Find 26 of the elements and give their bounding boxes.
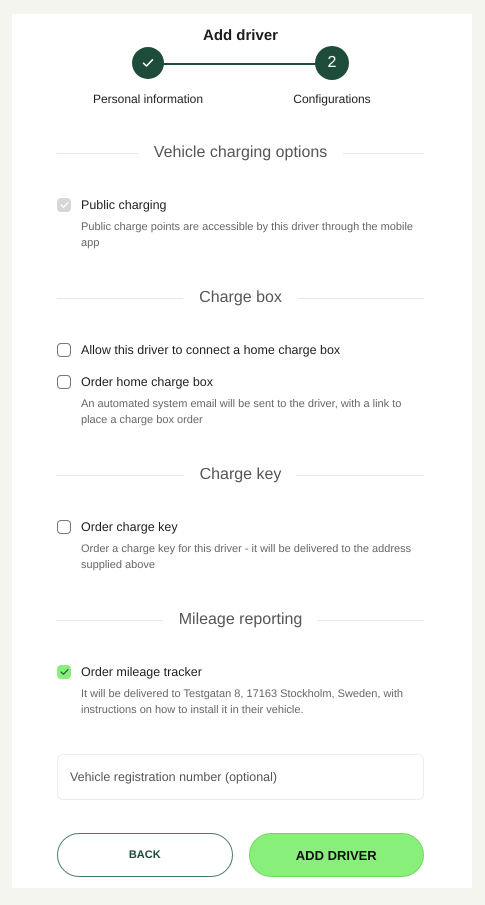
option-label: Order mileage tracker: [81, 664, 203, 680]
step-label: Configurations: [293, 92, 371, 106]
checkbox[interactable]: [57, 375, 71, 389]
option-description: It will be delivered to Testgatan 8, 17163 Stockholm, Sweden, with instructions on how to install it in their vehicle.: [81, 687, 404, 718]
option-label: Order home charge box: [81, 374, 214, 390]
section-title: Charge key: [200, 466, 282, 484]
section-title: Vehicle charging options: [154, 144, 328, 162]
option-description: Public charge points are accessible by this driver through the mobile app: [81, 220, 414, 251]
check-icon: [60, 201, 68, 209]
action-button[interactable]: ADD DRIVER: [248, 833, 424, 877]
checkbox[interactable]: [57, 343, 71, 357]
step-indicator: 2: [316, 47, 348, 79]
action-button[interactable]: BACK: [57, 833, 232, 877]
step-label: Personal information: [92, 92, 204, 106]
option-label: Order charge key: [81, 519, 179, 535]
check-icon: [60, 668, 68, 676]
option-description: An automated system email will be sent to the driver, with a link to place a charge box order: [81, 397, 402, 428]
option-label: Public charging: [81, 197, 168, 213]
registration-input-field[interactable]: Vehicle registration number (optional): [57, 754, 424, 800]
section-title: Mileage reporting: [178, 611, 302, 629]
option-label: Allow this driver to connect a home charge box: [81, 342, 340, 358]
option-description: Order a charge key for this driver - it will be delivered to the address supplied above: [81, 542, 412, 573]
checkbox[interactable]: [57, 520, 71, 534]
section-title: Charge box: [199, 289, 282, 307]
check-icon: [142, 58, 154, 68]
page-title: Add driver: [202, 28, 279, 44]
